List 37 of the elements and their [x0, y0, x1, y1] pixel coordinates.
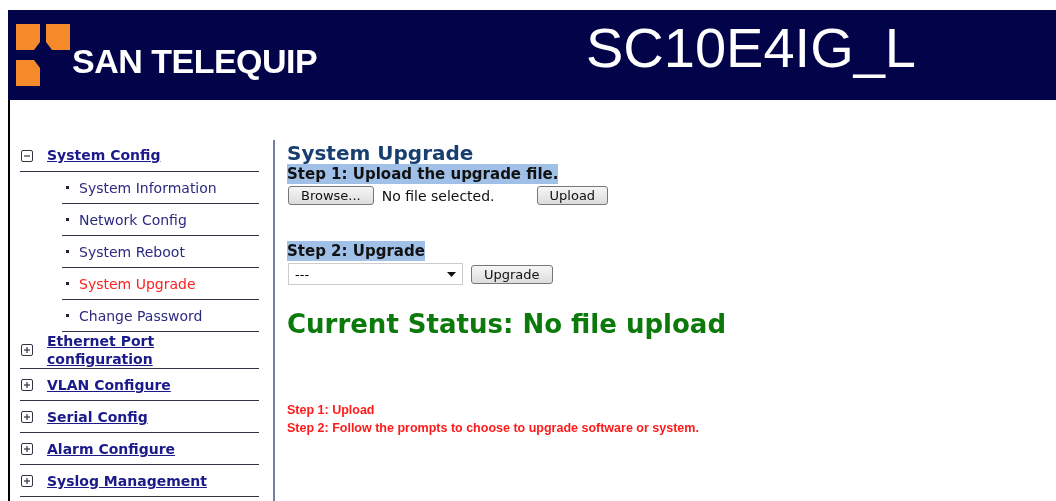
- plus-icon[interactable]: [21, 410, 33, 423]
- model-name: SC10E4IG_L: [586, 20, 916, 76]
- menu-link[interactable]: VLAN Configure: [47, 375, 227, 394]
- plus-icon[interactable]: [21, 378, 33, 391]
- submenu-link[interactable]: System Information: [79, 179, 217, 196]
- plus-icon[interactable]: [21, 344, 33, 357]
- upload-button[interactable]: Upload: [536, 186, 609, 205]
- bullet-icon: [66, 282, 69, 285]
- dropdown-arrow-icon: [447, 271, 456, 277]
- menu-link[interactable]: Ethernet Port configuration: [47, 332, 227, 369]
- menu-link[interactable]: Alarm Configure: [47, 439, 227, 458]
- current-status: Current Status: No file upload: [287, 309, 728, 339]
- file-status: No file selected.: [381, 187, 495, 204]
- submenu-link[interactable]: System Reboot: [79, 243, 185, 260]
- plus-icon[interactable]: [21, 442, 33, 455]
- menu-link[interactable]: Serial Config: [47, 407, 227, 426]
- submenu-link[interactable]: Network Config: [79, 211, 187, 228]
- browse-button[interactable]: Browse...: [288, 186, 374, 205]
- minus-icon[interactable]: [21, 149, 33, 162]
- bullet-icon: [66, 186, 69, 189]
- instruction-note: Step 1: Upload: [287, 402, 376, 419]
- instruction-note: Step 2: Follow the prompts to choose to upgrade software or system.: [287, 420, 700, 437]
- brand-name: SAN TELEQUIP: [72, 44, 318, 82]
- submenu-link[interactable]: System Upgrade: [79, 275, 196, 292]
- upgrade-select[interactable]: ---: [288, 263, 463, 285]
- step-heading: Step 1: Upload the upgrade file.: [287, 164, 559, 184]
- menu-link[interactable]: System Config: [47, 146, 227, 165]
- menu-link[interactable]: Syslog Management: [47, 471, 227, 490]
- bullet-icon: [66, 250, 69, 253]
- bullet-icon: [66, 218, 69, 221]
- logo-icon: [16, 24, 70, 86]
- page-title: System Upgrade: [287, 142, 475, 164]
- bullet-icon: [66, 314, 69, 317]
- step-heading: Step 2: Upgrade: [287, 241, 425, 261]
- upgrade-button[interactable]: Upgrade: [471, 264, 553, 284]
- submenu-link[interactable]: Change Password: [79, 307, 203, 324]
- plus-icon[interactable]: [21, 474, 33, 487]
